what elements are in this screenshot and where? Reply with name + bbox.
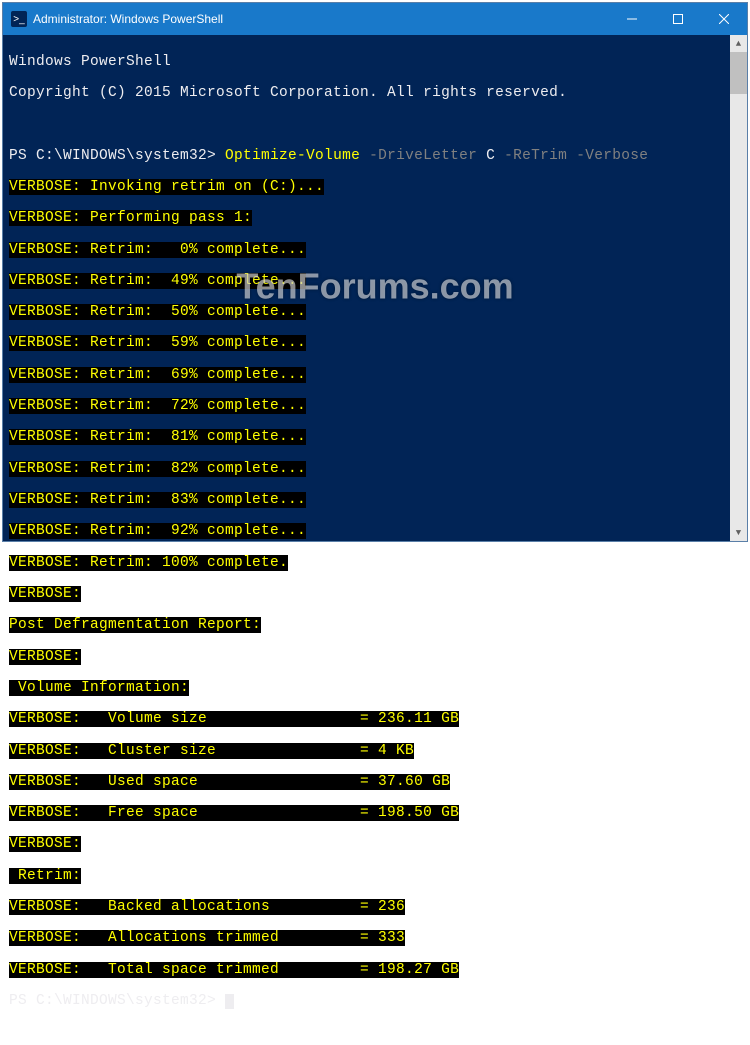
verbose-line: Retrim:: [9, 868, 81, 884]
close-button[interactable]: [701, 3, 747, 35]
verbose-line: VERBOSE: Invoking retrim on (C:)...: [9, 179, 324, 195]
window-title: Administrator: Windows PowerShell: [33, 12, 609, 26]
powershell-window: >_ Administrator: Windows PowerShell Win…: [2, 2, 748, 542]
scrollbar-up-button[interactable]: ▲: [730, 35, 747, 52]
header-line-2: Copyright (C) 2015 Microsoft Corporation…: [9, 86, 741, 102]
param-retrim: -ReTrim: [504, 148, 567, 164]
minimize-icon: [627, 14, 637, 24]
verbose-line: Post Defragmentation Report:: [9, 617, 261, 633]
verbose-line: VERBOSE: Performing pass 1:: [9, 210, 252, 226]
command-line: PS C:\WINDOWS\system32> Optimize-Volume …: [9, 149, 741, 165]
close-icon: [719, 14, 729, 24]
verbose-line: VERBOSE: Retrim: 72% complete...: [9, 398, 306, 414]
verbose-line: VERBOSE: Backed allocations = 236: [9, 899, 405, 915]
maximize-icon: [673, 14, 683, 24]
verbose-line: VERBOSE: Retrim: 83% complete...: [9, 492, 306, 508]
maximize-button[interactable]: [655, 3, 701, 35]
vertical-scrollbar[interactable]: ▲ ▼: [730, 35, 747, 541]
prompt-line-2: PS C:\WINDOWS\system32>: [9, 994, 741, 1010]
param-driveletter: -DriveLetter: [369, 148, 477, 164]
powershell-icon: >_: [11, 11, 27, 27]
cursor: [225, 994, 234, 1009]
verbose-line: VERBOSE: Retrim: 0% complete...: [9, 242, 306, 258]
command-name: Optimize-Volume: [225, 148, 360, 164]
verbose-line: VERBOSE: Retrim: 50% complete...: [9, 304, 306, 320]
verbose-line: VERBOSE: Free space = 198.50 GB: [9, 805, 459, 821]
scrollbar-thumb[interactable]: [730, 52, 747, 94]
value-c: C: [486, 148, 495, 164]
verbose-line: VERBOSE: Retrim: 49% complete...: [9, 273, 306, 289]
verbose-line: VERBOSE: Allocations trimmed = 333: [9, 930, 405, 946]
prompt-text: PS C:\WINDOWS\system32>: [9, 148, 225, 164]
verbose-line: Volume Information:: [9, 680, 189, 696]
verbose-line: VERBOSE: Total space trimmed = 198.27 GB: [9, 962, 459, 978]
verbose-line: VERBOSE: Retrim: 92% complete...: [9, 523, 306, 539]
verbose-line: VERBOSE: Volume size = 236.11 GB: [9, 711, 459, 727]
verbose-line: VERBOSE: Retrim: 69% complete...: [9, 367, 306, 383]
verbose-line: VERBOSE: Used space = 37.60 GB: [9, 774, 450, 790]
terminal-output[interactable]: Windows PowerShell Copyright (C) 2015 Mi…: [3, 35, 747, 1045]
param-verbose: -Verbose: [576, 148, 648, 164]
verbose-line: VERBOSE: Retrim: 82% complete...: [9, 461, 306, 477]
titlebar[interactable]: >_ Administrator: Windows PowerShell: [3, 3, 747, 35]
header-line-1: Windows PowerShell: [9, 55, 741, 71]
verbose-line: VERBOSE: Retrim: 59% complete...: [9, 335, 306, 351]
scrollbar-down-button[interactable]: ▼: [730, 524, 747, 541]
window-controls: [609, 3, 747, 35]
verbose-line: VERBOSE: Retrim: 81% complete...: [9, 429, 306, 445]
verbose-line: VERBOSE:: [9, 586, 81, 602]
minimize-button[interactable]: [609, 3, 655, 35]
verbose-line: VERBOSE:: [9, 836, 81, 852]
verbose-line: VERBOSE:: [9, 649, 81, 665]
blank-line: [9, 117, 741, 133]
verbose-line: VERBOSE: Retrim: 100% complete.: [9, 555, 288, 571]
verbose-line: VERBOSE: Cluster size = 4 KB: [9, 743, 414, 759]
prompt-text-2: PS C:\WINDOWS\system32>: [9, 993, 225, 1009]
